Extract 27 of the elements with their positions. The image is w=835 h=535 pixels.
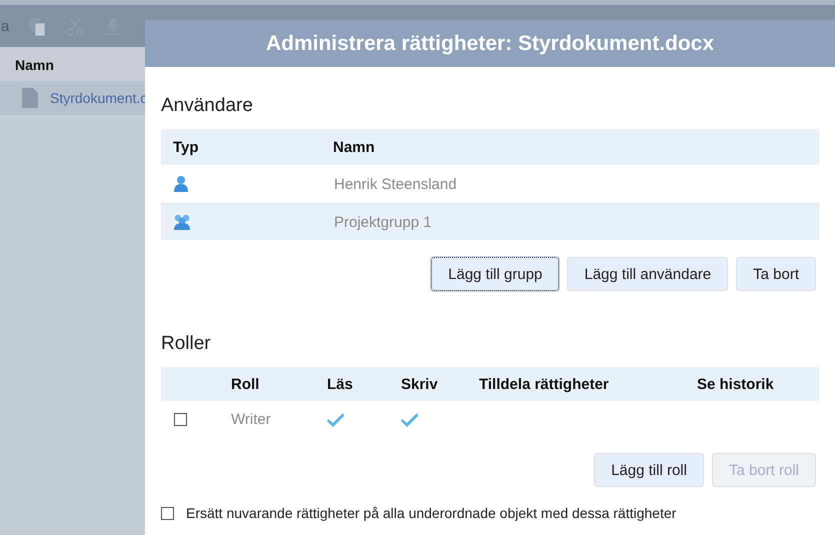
dialog-button[interactable]: Lägg till användare xyxy=(567,257,728,291)
section-heading: Roller xyxy=(161,332,212,356)
section-heading: Användare xyxy=(161,94,254,118)
dialog-button[interactable]: Lägg till roll xyxy=(594,453,704,487)
column-header: Läs xyxy=(326,376,354,392)
column-header: Tilldela rättigheter xyxy=(478,376,610,392)
column-header: Namn xyxy=(332,138,376,156)
table-cell-text: Projektgrupp 1 xyxy=(333,214,433,230)
dialog-button[interactable]: Lägg till grupp xyxy=(431,257,560,291)
table-cell-text: Henrik Steensland xyxy=(333,176,458,192)
checkbox[interactable] xyxy=(161,506,174,520)
column-header: Se historik xyxy=(696,376,775,392)
person-icon xyxy=(173,175,191,193)
column-header: Namn xyxy=(14,56,55,75)
copy-icon xyxy=(27,16,48,36)
checkbox-label: Ersätt nuvarande rättigheter på alla underordnade objekt med dessa rättigheter xyxy=(186,505,676,521)
column-header: Skriv xyxy=(400,376,439,392)
document-icon xyxy=(22,88,38,108)
column-header: Typ xyxy=(172,138,200,156)
column-header: Roll xyxy=(230,376,260,392)
group-icon xyxy=(173,213,191,231)
checkbox[interactable] xyxy=(174,412,187,426)
file-name: Styrdokument.c xyxy=(50,90,148,106)
table-cell-text: Writer xyxy=(230,410,272,428)
dialog-button[interactable]: Ta bort xyxy=(736,257,816,291)
toolbar-text: a xyxy=(1,18,10,34)
dialog-title: Administrera rättigheter: Styrdokument.docx xyxy=(145,20,835,67)
